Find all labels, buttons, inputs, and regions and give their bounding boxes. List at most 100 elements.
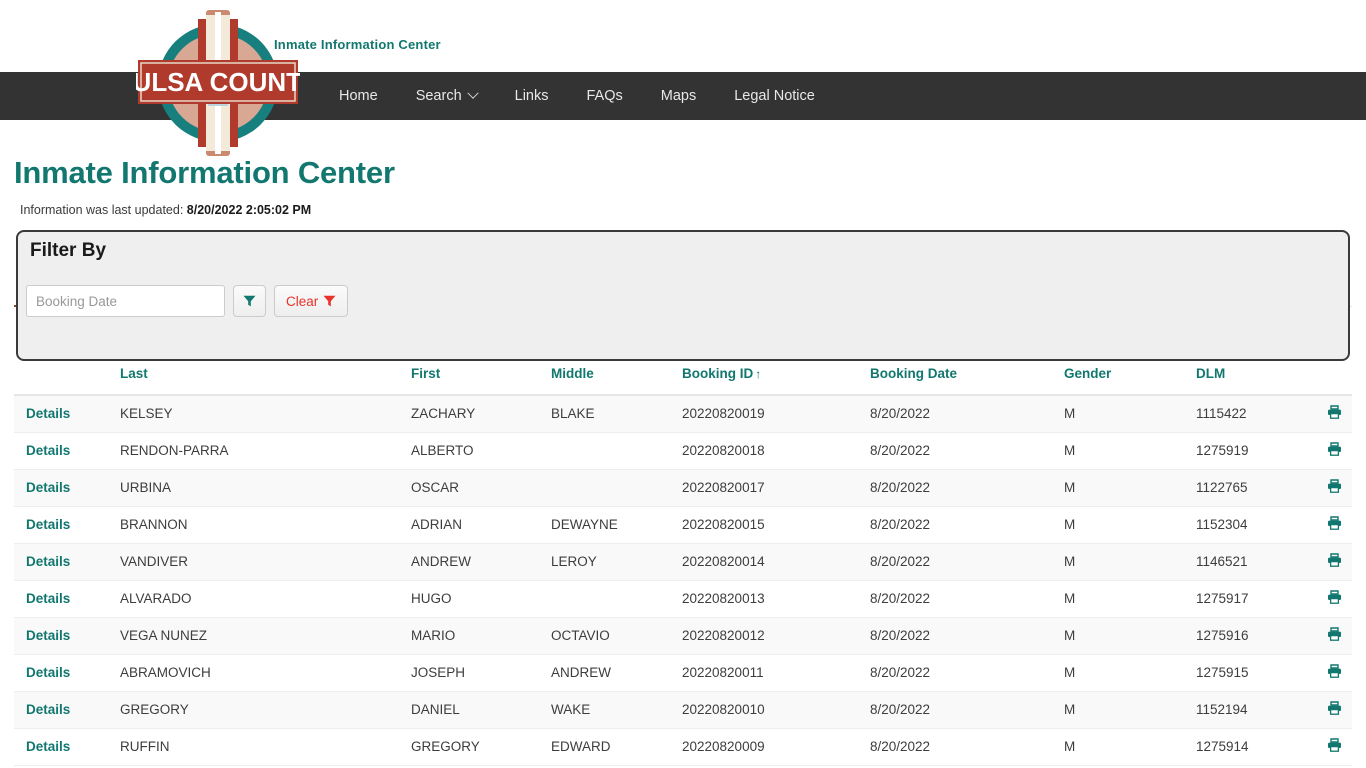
nav-item-home[interactable]: Home [320,72,397,120]
cell-print[interactable] [1306,506,1352,544]
cell-last: VANDIVER [120,543,411,581]
cell-print[interactable] [1306,543,1352,581]
print-icon[interactable] [1327,590,1342,607]
cell-booking-id: 20220820010 [682,691,870,729]
apply-filter-button[interactable] [233,285,266,317]
column-header-gender[interactable]: Gender [1064,366,1196,396]
cell-gender: M [1064,469,1196,507]
nav-item-search[interactable]: Search [397,72,496,120]
details-link[interactable]: Details [26,628,70,643]
table-body: Details KELSEY ZACHARY BLAKE 20220820019… [14,395,1352,766]
cell-booking-date: 8/20/2022 [870,580,1064,618]
last-updated: Information was last updated: 8/20/2022 … [20,203,311,217]
nav-item-legal-notice[interactable]: Legal Notice [715,72,834,120]
cell-last: RENDON-PARRA [120,432,411,470]
column-header-booking-id[interactable]: Booking ID ↑ [682,366,870,396]
details-link[interactable]: Details [26,443,70,458]
cell-booking-id: 20220820015 [682,506,870,544]
cell-first: HUGO [411,580,551,618]
table-row[interactable]: Details VEGA NUNEZ MARIO OCTAVIO 2022082… [14,617,1352,655]
table-row[interactable]: Details BRANNON ADRIAN DEWAYNE 202208200… [14,506,1352,544]
cell-print[interactable] [1306,469,1352,507]
inmate-results-table: Last First Middle Booking ID ↑ Booking Da… [14,366,1352,766]
print-icon[interactable] [1327,479,1342,496]
table-row[interactable]: Details KELSEY ZACHARY BLAKE 20220820019… [14,395,1352,433]
cell-details[interactable]: Details [14,654,120,692]
cell-middle: BLAKE [551,395,682,433]
cell-print[interactable] [1306,580,1352,618]
table-row[interactable]: Details VANDIVER ANDREW LEROY 2022082001… [14,543,1352,581]
print-icon[interactable] [1327,627,1342,644]
details-link[interactable]: Details [26,739,70,754]
print-icon[interactable] [1327,405,1342,422]
tulsa-county-logo[interactable]: TULSA COUNTY [117,2,319,164]
details-link[interactable]: Details [26,702,70,717]
cell-booking-date: 8/20/2022 [870,395,1064,433]
cell-booking-id: 20220820014 [682,543,870,581]
cell-print[interactable] [1306,691,1352,729]
print-icon[interactable] [1327,664,1342,681]
booking-date-input[interactable] [26,285,225,317]
nav-item-maps[interactable]: Maps [642,72,715,120]
cell-details[interactable]: Details [14,432,120,470]
print-icon[interactable] [1327,516,1342,533]
cell-details[interactable]: Details [14,506,120,544]
cell-dlm: 1122765 [1196,469,1306,507]
clear-filter-button[interactable]: Clear [274,285,349,317]
print-icon[interactable] [1327,738,1342,755]
table-row[interactable]: Details GREGORY DANIEL WAKE 20220820010 … [14,691,1352,729]
cell-print[interactable] [1306,395,1352,433]
cell-print[interactable] [1306,617,1352,655]
cell-dlm: 1115422 [1196,395,1306,433]
details-link[interactable]: Details [26,665,70,680]
cell-dlm: 1275916 [1196,617,1306,655]
table-header-row: Last First Middle Booking ID ↑ Booking Da… [14,366,1352,396]
cell-dlm: 1146521 [1196,543,1306,581]
cell-details[interactable]: Details [14,395,120,433]
print-icon[interactable] [1327,553,1342,570]
print-icon[interactable] [1327,701,1342,718]
print-icon[interactable] [1327,442,1342,459]
column-header-dlm[interactable]: DLM [1196,366,1306,396]
column-header-middle[interactable]: Middle [551,366,682,396]
cell-print[interactable] [1306,654,1352,692]
filter-legend: Filter By [30,240,107,261]
details-link[interactable]: Details [26,406,70,421]
column-header-booking-date[interactable]: Booking Date [870,366,1064,396]
cell-gender: M [1064,580,1196,618]
column-header-last[interactable]: Last [120,366,411,396]
details-link[interactable]: Details [26,591,70,606]
nav-label-faqs: FAQs [586,88,623,104]
cell-booking-date: 8/20/2022 [870,543,1064,581]
nav-label-maps: Maps [660,88,697,104]
details-link[interactable]: Details [26,517,70,532]
column-header-details [14,366,120,396]
cell-details[interactable]: Details [14,543,120,581]
cell-print[interactable] [1306,728,1352,766]
table-row[interactable]: Details RENDON-PARRA ALBERTO 20220820018… [14,432,1352,470]
details-link[interactable]: Details [26,554,70,569]
cell-details[interactable]: Details [14,469,120,507]
nav-item-faqs[interactable]: FAQs [568,72,642,120]
cell-details[interactable]: Details [14,580,120,618]
cell-last: BRANNON [120,506,411,544]
cell-booking-date: 8/20/2022 [870,691,1064,729]
chevron-down-icon [466,87,479,99]
cell-details[interactable]: Details [14,728,120,766]
cell-booking-date: 8/20/2022 [870,432,1064,470]
cell-first: DANIEL [411,691,551,729]
column-header-first[interactable]: First [411,366,551,396]
cell-middle: WAKE [551,691,682,729]
nav-item-links[interactable]: Links [496,72,568,120]
table-row[interactable]: Details ABRAMOVICH JOSEPH ANDREW 2022082… [14,654,1352,692]
cell-details[interactable]: Details [14,617,120,655]
table-row[interactable]: Details ALVARADO HUGO 20220820013 8/20/2… [14,580,1352,618]
cell-print[interactable] [1306,432,1352,470]
nav-label-links: Links [514,88,549,104]
details-link[interactable]: Details [26,480,70,495]
table-row[interactable]: Details URBINA OSCAR 20220820017 8/20/20… [14,469,1352,507]
cell-gender: M [1064,691,1196,729]
cell-last: KELSEY [120,395,411,433]
table-row[interactable]: Details RUFFIN GREGORY EDWARD 2022082000… [14,728,1352,766]
cell-details[interactable]: Details [14,691,120,729]
